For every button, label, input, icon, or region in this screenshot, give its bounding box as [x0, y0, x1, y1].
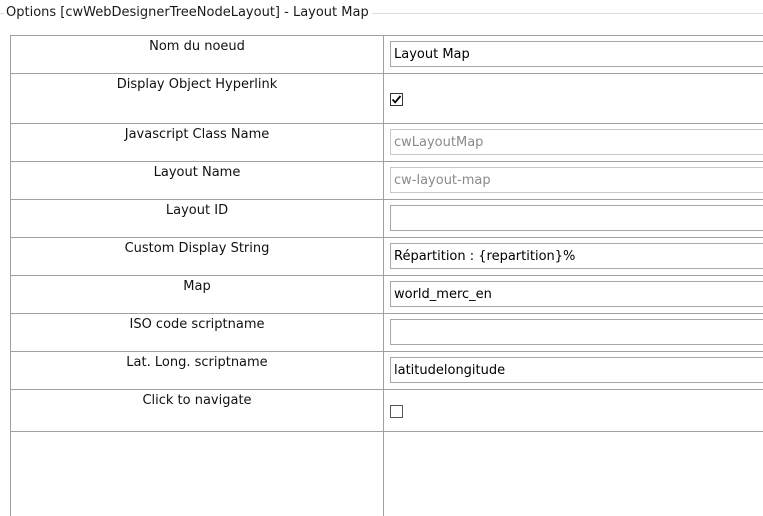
property-row-layout-id: Layout ID: [11, 200, 763, 238]
property-label: Map: [11, 276, 384, 313]
property-value-cell: [385, 238, 763, 275]
property-row-display-object-hyperlink: Display Object Hyperlink: [11, 74, 763, 124]
property-row-custom-display-string: Custom Display String: [11, 238, 763, 276]
iso-code-scriptname-input[interactable]: [390, 319, 763, 345]
map-input[interactable]: [390, 281, 763, 307]
property-value-cell: [385, 390, 763, 431]
click-to-navigate-checkbox[interactable]: [390, 405, 403, 418]
property-value-cell: [385, 200, 763, 237]
property-label: Custom Display String: [11, 238, 384, 275]
property-value-cell: [385, 276, 763, 313]
layout-name-input[interactable]: [390, 167, 763, 193]
property-row-empty: [11, 432, 763, 516]
property-row-node-name: Nom du noeud: [11, 36, 763, 74]
property-row-lat-long-scriptname: Lat. Long. scriptname: [11, 352, 763, 390]
property-label: Layout Name: [11, 162, 384, 199]
property-label: Javascript Class Name: [11, 124, 384, 161]
property-value-cell: [385, 162, 763, 199]
empty-value-cell: [385, 432, 763, 516]
property-value-cell: [385, 124, 763, 161]
property-label: Layout ID: [11, 200, 384, 237]
property-value-cell: [385, 74, 763, 123]
property-row-map: Map: [11, 276, 763, 314]
property-label: Lat. Long. scriptname: [11, 352, 384, 389]
property-row-layout-name: Layout Name: [11, 162, 763, 200]
property-label: ISO code scriptname: [11, 314, 384, 351]
property-grid: Nom du noeud Display Object Hyperlink Ja…: [10, 35, 763, 516]
checkmark-icon: [391, 95, 402, 104]
property-row-click-to-navigate: Click to navigate: [11, 390, 763, 432]
empty-label-cell: [11, 432, 384, 516]
javascript-class-name-input[interactable]: [390, 129, 763, 155]
property-label: Nom du noeud: [11, 36, 384, 73]
property-value-cell: [385, 36, 763, 73]
property-row-iso-code-scriptname: ISO code scriptname: [11, 314, 763, 352]
property-row-javascript-class-name: Javascript Class Name: [11, 124, 763, 162]
node-name-input[interactable]: [390, 41, 763, 67]
property-value-cell: [385, 314, 763, 351]
lat-long-scriptname-input[interactable]: [390, 357, 763, 383]
property-value-cell: [385, 352, 763, 389]
panel-title: Options [cwWebDesignerTreeNodeLayout] - …: [4, 4, 372, 22]
property-label: Display Object Hyperlink: [11, 74, 384, 123]
layout-id-input[interactable]: [390, 205, 763, 231]
options-panel: Options [cwWebDesignerTreeNodeLayout] - …: [0, 0, 763, 516]
custom-display-string-input[interactable]: [390, 243, 763, 269]
property-label: Click to navigate: [11, 390, 384, 431]
display-object-hyperlink-checkbox[interactable]: [390, 93, 403, 106]
